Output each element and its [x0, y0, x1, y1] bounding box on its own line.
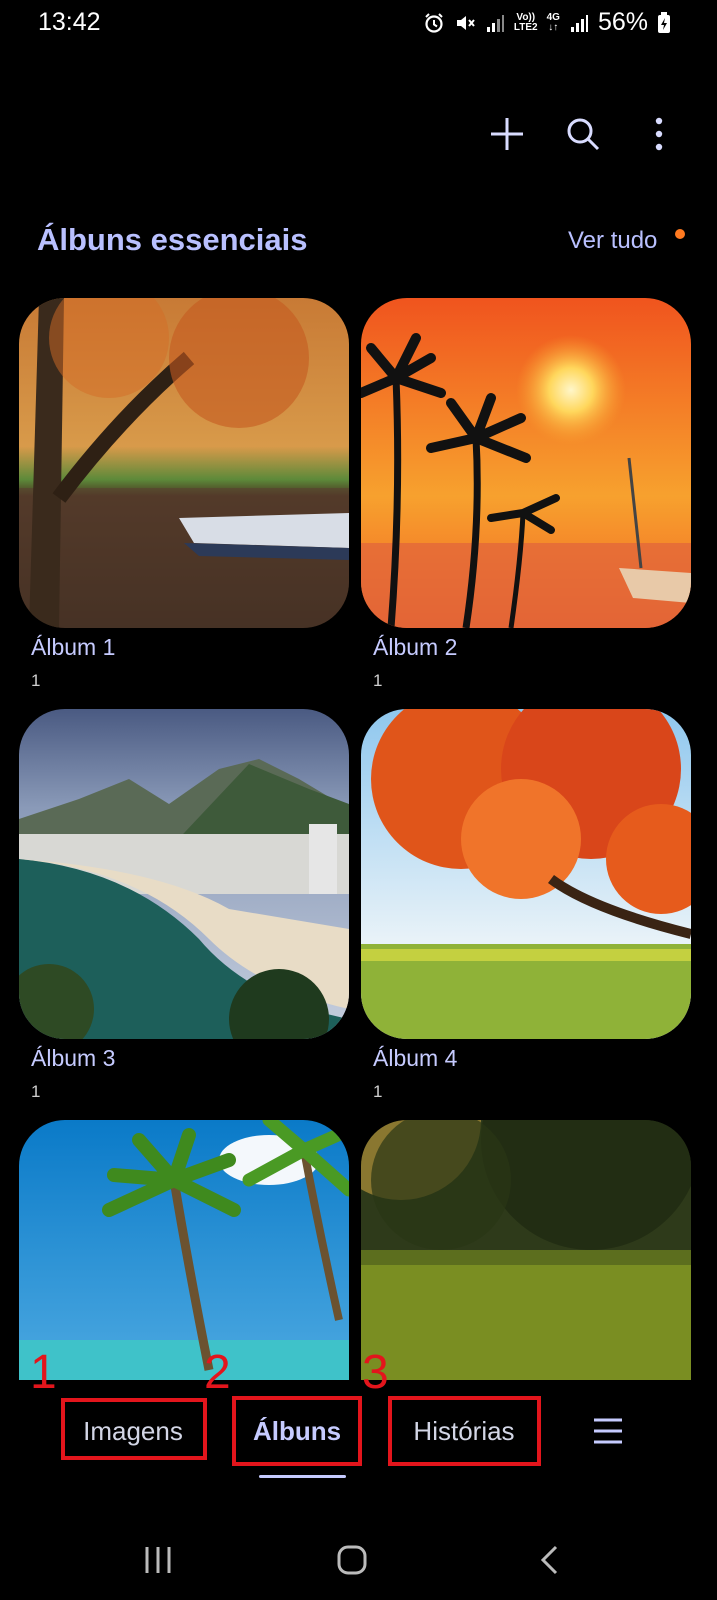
section-title: Álbuns essenciais [37, 222, 308, 257]
battery-percent: 56% [597, 8, 648, 36]
home-icon[interactable] [322, 1530, 382, 1590]
status-time: 13:42 [38, 8, 101, 36]
plus-icon[interactable] [487, 114, 527, 154]
album-count: 1 [31, 1082, 41, 1101]
active-tab-indicator [259, 1475, 346, 1478]
search-icon[interactable] [563, 114, 603, 154]
recent-apps-icon[interactable] [128, 1530, 188, 1590]
see-all-link[interactable]: Ver tudo [568, 227, 657, 255]
highlight-box [232, 1396, 362, 1466]
highlight-box [388, 1396, 541, 1466]
album-count: 1 [31, 671, 41, 690]
marker-number: 2 [204, 1346, 231, 1399]
system-nav-bar [0, 1530, 717, 1600]
album-thumbnail[interactable] [361, 709, 691, 1039]
status-icons: Vo)) LTE2 4G ↓↑ 56% [423, 8, 671, 37]
album-name: Álbum 4 [373, 1045, 458, 1071]
album-thumbnail[interactable] [19, 709, 349, 1039]
more-vert-icon[interactable] [639, 114, 679, 154]
notification-dot [675, 229, 685, 239]
battery-icon [657, 11, 671, 34]
back-icon[interactable] [520, 1530, 580, 1590]
network-label: Vo)) LTE2 [513, 11, 538, 33]
album-count: 1 [373, 1082, 383, 1101]
album-name: Álbum 1 [31, 634, 116, 660]
network-type-label: 4G ↓↑ [546, 11, 560, 33]
marker-number: 1 [30, 1346, 57, 1399]
highlight-box [61, 1398, 207, 1460]
signal-icon [569, 13, 589, 33]
album-thumbnail[interactable] [361, 298, 691, 628]
album-count: 1 [373, 671, 383, 690]
album-name: Álbum 2 [373, 634, 458, 660]
album-thumbnail[interactable] [19, 298, 349, 628]
album-name: Álbum 3 [31, 1045, 116, 1071]
hamburger-icon[interactable] [588, 1410, 628, 1452]
signal-icon [485, 13, 505, 33]
top-toolbar [487, 114, 679, 154]
mute-icon [454, 12, 476, 34]
marker-number: 3 [362, 1346, 389, 1399]
status-bar: 13:42 Vo)) LTE2 4G ↓↑ 56% [0, 0, 717, 48]
alarm-icon [423, 12, 445, 34]
